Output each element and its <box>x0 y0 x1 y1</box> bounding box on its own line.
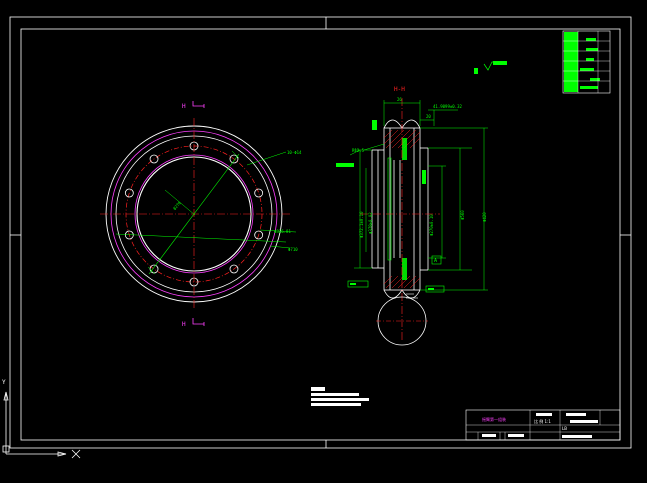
vdim-4: Φ560 <box>460 210 465 220</box>
title-scale: 比 例 1:1 <box>534 418 551 424</box>
vdim-3: Φ270±0.10 <box>429 214 434 236</box>
bolt-hole <box>149 264 159 274</box>
section-view-title: H-H <box>394 86 405 93</box>
drawing-frame <box>9 16 632 449</box>
revision-table <box>562 30 611 94</box>
section-label-top: H <box>182 103 186 110</box>
dim-leader-1 <box>246 151 287 166</box>
bolt-holes-label: 10-Φ14 <box>287 150 302 155</box>
bolt-circle-label: Φ326.81 <box>274 229 291 234</box>
dim-leader-3 <box>269 245 291 249</box>
section-markers: H H <box>182 101 205 328</box>
ucs-y-label: Y <box>2 379 6 386</box>
ucs-icon: Y <box>2 379 81 459</box>
title-caption: 摇臂第一组装 <box>482 416 506 422</box>
front-view: 10-Φ14 Φ326.81 Φ710 Φ270 <box>100 118 302 310</box>
section-label-bottom: H <box>182 321 186 328</box>
cad-drawing-canvas: Y 10-Φ14 Φ326.81 Φ710 Φ270 H H H-H 26 41… <box>2 16 632 459</box>
bolt-hole <box>254 188 264 198</box>
datum-label: A <box>434 258 437 264</box>
section-view: H-H 26 41.9099±0.32 20 R12.5 Φ372.1±0.10… <box>336 86 488 346</box>
vdim-5: Φ420 <box>482 212 487 222</box>
top-dim-1: 26 <box>397 97 402 102</box>
center-dim-label: Φ270 <box>172 200 182 211</box>
title-block: 摇臂第一组装 比 例 1:1 LB <box>465 409 621 441</box>
surface-finish-symbol <box>474 61 507 74</box>
technical-notes <box>311 387 369 406</box>
title-sub: LB <box>562 426 567 431</box>
top-dim-3: 20 <box>426 114 431 119</box>
dim-hatch-1 <box>147 266 156 275</box>
vdim-2: Φ378±0.02 <box>368 212 373 234</box>
top-dim-2: 41.9099±0.32 <box>433 104 462 109</box>
dim-hatch-2 <box>231 150 240 159</box>
vdim-1: Φ372.1±0.10 <box>359 211 364 238</box>
radius-label: R12.5 <box>352 148 365 153</box>
outer-dia-label: Φ710 <box>288 247 298 252</box>
